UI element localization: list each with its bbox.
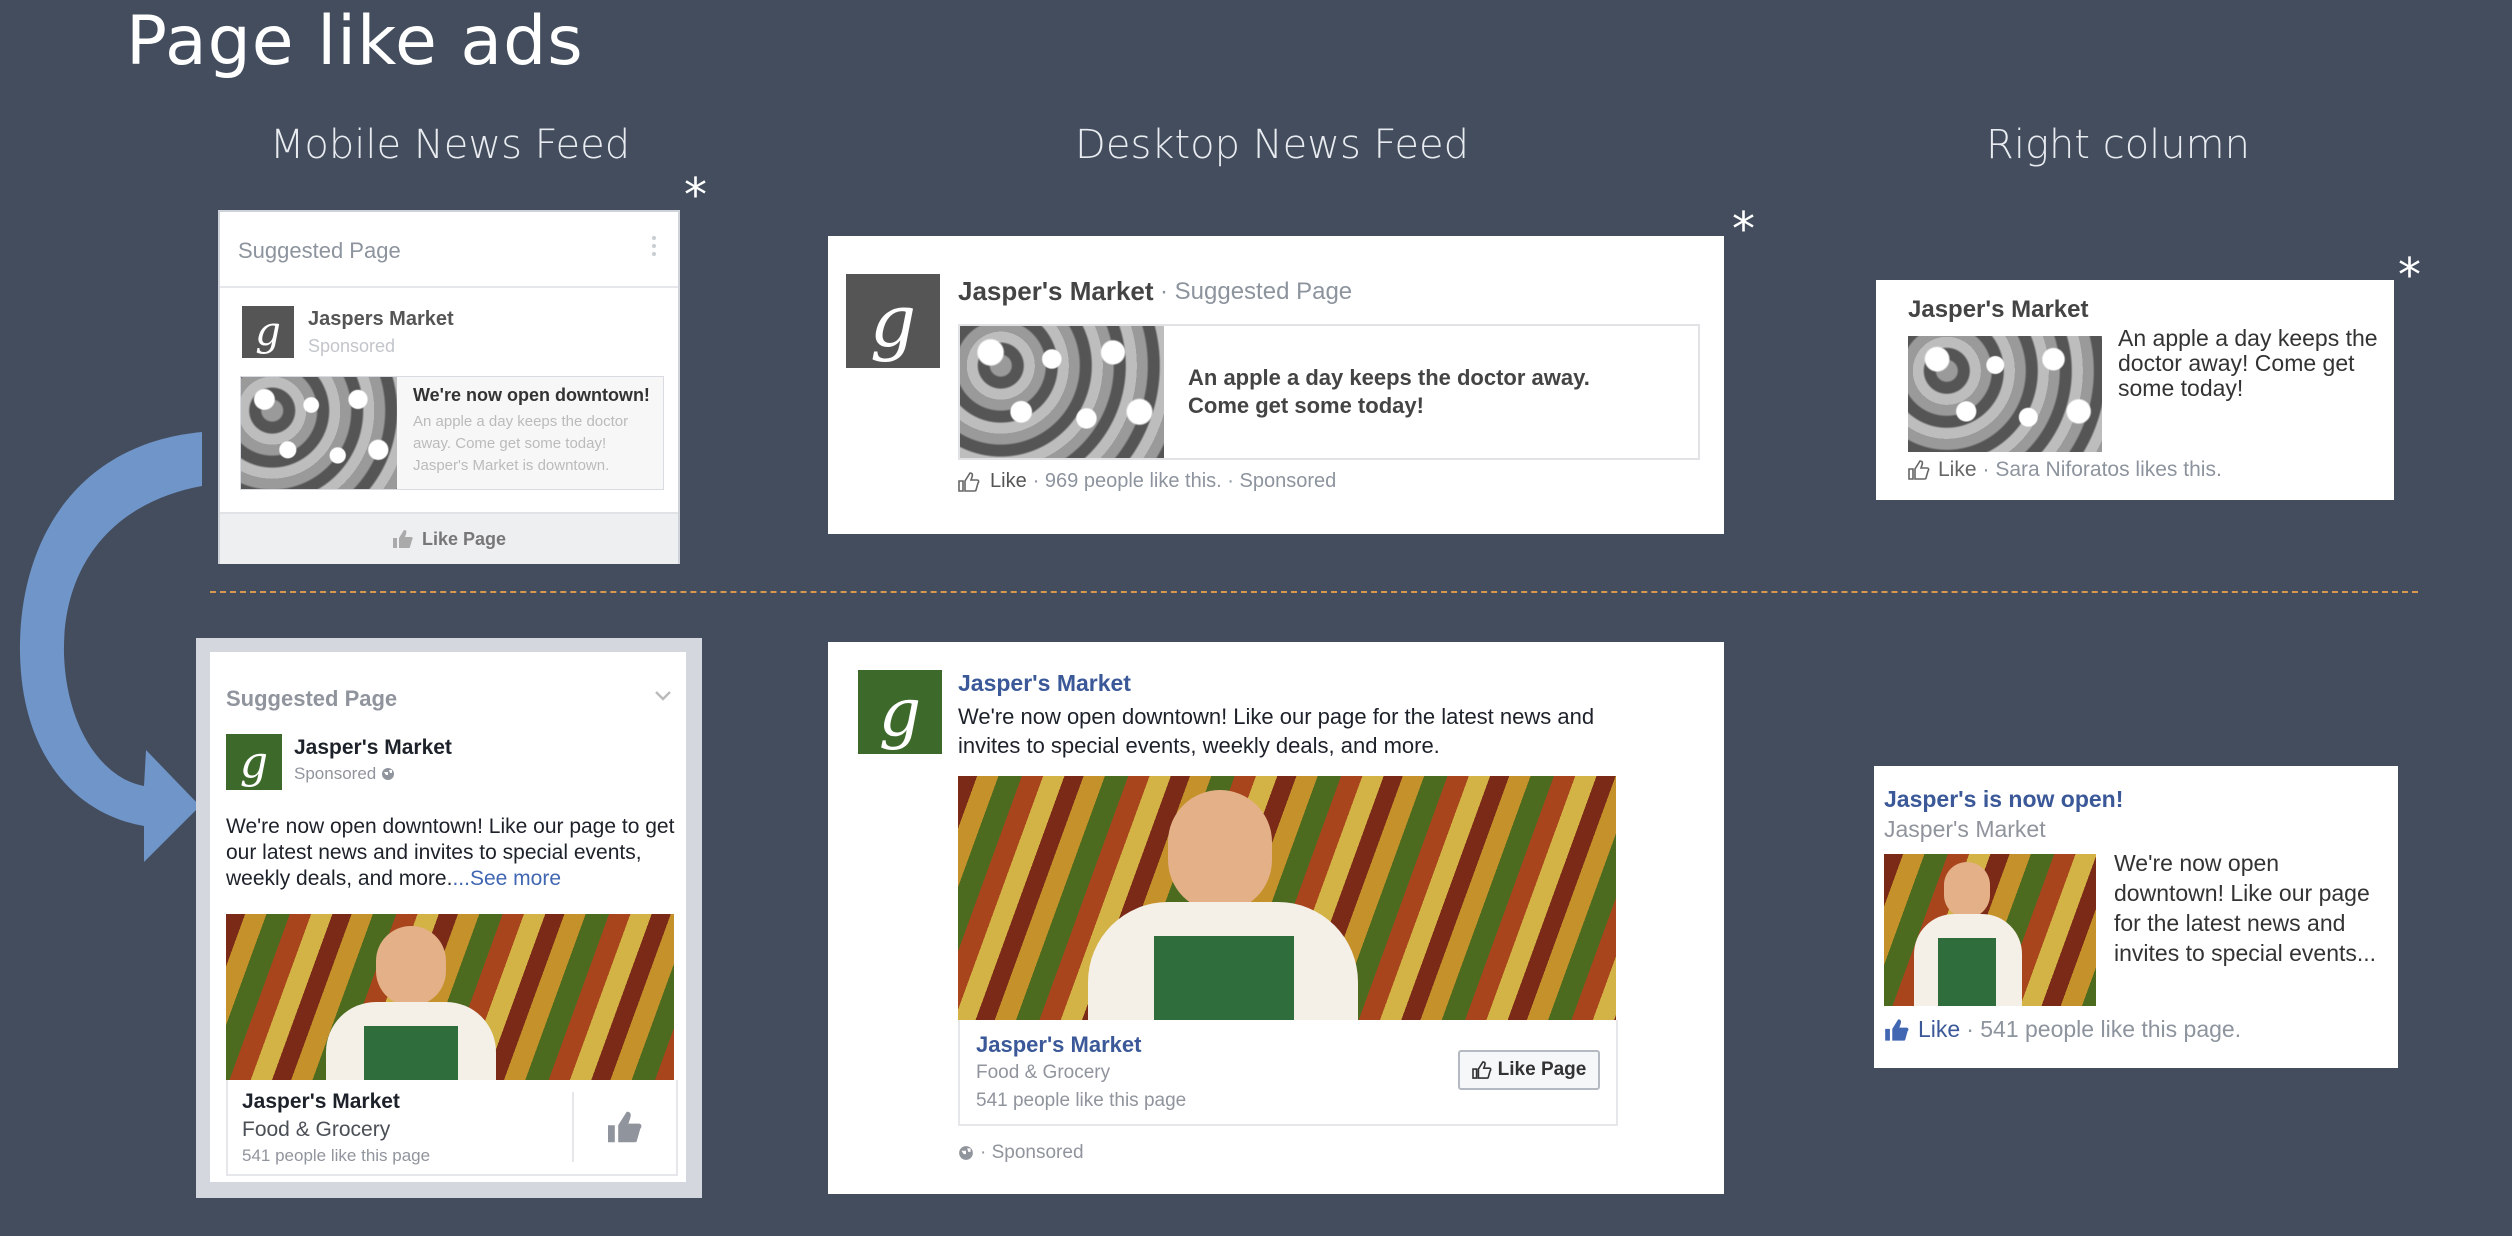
globe-icon: [382, 768, 395, 780]
see-more-link[interactable]: ...See more: [452, 867, 561, 890]
old-mobile-ad: Suggested Page g Jaspers Market Sponsore…: [218, 210, 680, 564]
grocer-apron: [1154, 936, 1294, 1020]
like-page-label: Like Page: [1497, 1059, 1587, 1080]
old-mobile-header: Suggested Page: [238, 238, 401, 263]
column-heading-desktop: Desktop News Feed: [1075, 122, 1469, 168]
divider: [220, 286, 678, 288]
like-page-button[interactable]: Like Page: [220, 512, 678, 564]
old-right-footer: Like · Sara Niforatos likes this.: [1908, 458, 2222, 482]
old-right-social: · Sara Niforatos likes this.: [1982, 458, 2222, 481]
like-link[interactable]: Like: [1918, 1016, 1960, 1043]
old-desktop-footer: Like · 969 people like this. · Sponsored: [958, 470, 1336, 493]
grocer-face: [1944, 862, 1990, 918]
thumbs-up-icon: [392, 530, 413, 548]
apples-image[interactable]: [1908, 336, 2102, 452]
thumbs-up-icon: [1908, 460, 1930, 480]
jaspers-logo: g: [846, 274, 940, 368]
new-mobile-text: We're now open downtown! Like our page t…: [226, 814, 676, 892]
new-right-ad: Jasper's is now open! Jasper's Market We…: [1874, 766, 2398, 1068]
asterisk-right: *: [2398, 248, 2421, 302]
new-mobile-page-card[interactable]: Jasper's Market Food & Grocery 541 peopl…: [226, 1080, 678, 1176]
column-heading-mobile: Mobile News Feed: [269, 122, 631, 168]
new-mobile-page-name[interactable]: Jasper's Market: [294, 736, 452, 760]
column-heading-right: Right column: [1986, 122, 2250, 168]
like-link[interactable]: Like: [1938, 458, 1977, 482]
divider: [572, 1092, 574, 1162]
new-desktop-page-card[interactable]: Jasper's Market Food & Grocery 541 peopl…: [958, 1020, 1618, 1126]
sponsored-label: Sponsored: [308, 336, 396, 356]
curved-arrow-icon: [19, 432, 202, 862]
old-desktop-text: An apple a day keeps the doctor away. Co…: [1188, 365, 1590, 418]
old-mobile-headline: We're now open downtown!: [413, 385, 650, 405]
more-icon[interactable]: [652, 236, 660, 256]
grocer-image[interactable]: [1884, 854, 2096, 1006]
old-desktop-attachment[interactable]: An apple a day keeps the doctor away. Co…: [958, 324, 1700, 460]
asterisk-desktop: *: [1732, 202, 1755, 256]
apples-image: [960, 326, 1164, 458]
apples-image: [241, 377, 397, 489]
sponsored-label: Sponsored: [294, 764, 377, 783]
new-right-page-name[interactable]: Jasper's Market: [1884, 816, 2046, 843]
grocer-face: [1168, 790, 1272, 912]
card-category: Food & Grocery: [976, 1062, 1111, 1083]
grocer-apron: [1938, 938, 1996, 1006]
new-mobile-header: Suggested Page: [226, 686, 398, 711]
old-desktop-social: · 969 people like this. · Sponsored: [1032, 470, 1337, 492]
old-mobile-page-name[interactable]: Jaspers Market: [308, 308, 454, 331]
new-mobile-frame: Suggested Page g Jasper's Market Sponsor…: [196, 638, 702, 1198]
new-mobile-sponsored: Sponsored: [294, 764, 395, 784]
grocer-image[interactable]: [958, 776, 1616, 1020]
grocer-apron: [364, 1026, 458, 1080]
old-mobile-body: An apple a day keeps the doctor away. Co…: [413, 413, 629, 474]
old-right-ad: Jasper's Market An apple a day keeps the…: [1876, 280, 2394, 500]
jaspers-logo: g: [858, 670, 942, 754]
thumbs-up-icon[interactable]: [606, 1110, 644, 1144]
card-category: Food & Grocery: [242, 1118, 391, 1141]
thumbs-up-icon: [1471, 1061, 1492, 1079]
section-divider: [210, 591, 2418, 593]
like-link[interactable]: Like: [990, 470, 1027, 493]
new-desktop-text: We're now open downtown! Like our page f…: [958, 704, 1595, 758]
grocer-image[interactable]: [226, 914, 674, 1080]
new-right-title[interactable]: Jasper's is now open!: [1884, 786, 2123, 813]
new-desktop-page-name[interactable]: Jasper's Market: [958, 670, 1131, 697]
sponsored-label: · Sponsored: [980, 1142, 1084, 1163]
jaspers-logo: g: [226, 734, 282, 790]
old-right-page-name[interactable]: Jasper's Market: [1908, 296, 2088, 324]
old-desktop-page-name[interactable]: Jasper's Market: [958, 276, 1154, 307]
card-page-name: Jasper's Market: [242, 1090, 400, 1113]
grocer-face: [376, 926, 446, 1006]
new-desktop-ad: g Jasper's Market We're now open downtow…: [828, 642, 1724, 1194]
asterisk-mobile: *: [684, 168, 707, 222]
old-right-text: An apple a day keeps the doctor away! Co…: [2118, 325, 2378, 401]
new-right-text: We're now open downtown! Like our page f…: [2114, 850, 2377, 966]
page-title: Page like ads: [126, 2, 584, 81]
new-right-social: · 541 people like this page.: [1966, 1016, 2242, 1042]
old-desktop-suffix: · Suggested Page: [1160, 278, 1353, 305]
like-page-button[interactable]: Like Page: [1458, 1050, 1600, 1090]
thumbs-up-icon: [1885, 1018, 1909, 1041]
thumbs-up-icon: [958, 471, 980, 492]
card-page-name: Jasper's Market: [976, 1032, 1142, 1057]
new-mobile-body: We're now open downtown! Like our page t…: [226, 815, 675, 890]
chevron-down-icon[interactable]: [654, 690, 672, 702]
new-right-footer: Like · 541 people like this page.: [1884, 1016, 2241, 1043]
card-likes: 541 people like this page: [242, 1146, 431, 1165]
card-likes: 541 people like this page: [976, 1090, 1187, 1111]
old-mobile-attachment[interactable]: We're now open downtown! An apple a day …: [240, 376, 664, 490]
new-mobile-ad: Suggested Page g Jasper's Market Sponsor…: [210, 652, 686, 1182]
new-desktop-footer: · Sponsored: [958, 1142, 1084, 1164]
like-page-label: Like Page: [421, 528, 507, 549]
old-desktop-ad: g Jasper's Market · Suggested Page An ap…: [828, 236, 1724, 534]
globe-icon: [959, 1146, 973, 1160]
jaspers-logo: g: [242, 306, 294, 358]
